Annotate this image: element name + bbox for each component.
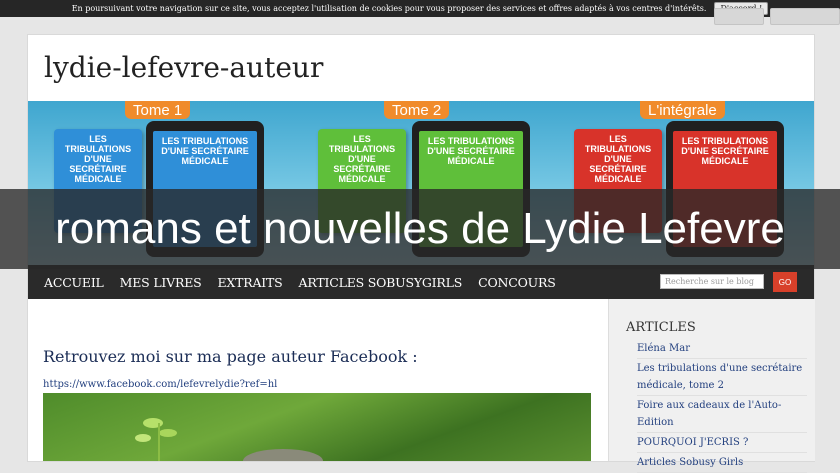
site-title[interactable]: lydie-lefevre-auteur bbox=[44, 51, 323, 84]
cover-title: LES TRIBULATIONS D'UNE SECRÉTAIRE MÉDICA… bbox=[681, 136, 769, 166]
sidebar-article-item[interactable]: Articles Sobusy Girls bbox=[637, 453, 807, 473]
sidebar-article-list: Eléna Mar Les tribulations d'une secréta… bbox=[637, 339, 807, 473]
nav-item-extraits[interactable]: EXTRAITS bbox=[209, 275, 290, 290]
content-photo bbox=[43, 393, 591, 461]
search-input[interactable]: Recherche sur le blog bbox=[660, 274, 764, 289]
nav-item-accueil[interactable]: ACCUEIL bbox=[36, 275, 112, 290]
overlay-banner-text: romans et nouvelles de Lydie Lefevre bbox=[0, 189, 840, 269]
nav-item-concours[interactable]: CONCOURS bbox=[470, 275, 563, 290]
sidebar-article-item[interactable]: Eléna Mar bbox=[637, 339, 807, 359]
nav-item-articles-sobusygirls[interactable]: ARTICLES SOBUSYGIRLS bbox=[291, 275, 471, 290]
nav-item-mes-livres[interactable]: MES LIVRES bbox=[112, 275, 210, 290]
sidebar-article-item[interactable]: Les tribulations d'une secrétaire médica… bbox=[637, 359, 807, 396]
top-button-1[interactable] bbox=[714, 8, 764, 25]
integrale-label: L'intégrale bbox=[640, 101, 725, 119]
cover-title: LES TRIBULATIONS D'UNE SECRÉTAIRE MÉDICA… bbox=[427, 136, 515, 166]
main-nav: ACCUEIL MES LIVRES EXTRAITS ARTICLES SOB… bbox=[28, 265, 814, 299]
plant-illustration bbox=[135, 418, 323, 461]
sidebar-article-item[interactable]: POURQUOI J'ECRIS ? bbox=[637, 433, 807, 453]
main-content: Retrouvez moi sur ma page auteur Faceboo… bbox=[28, 299, 608, 461]
content-heading: Retrouvez moi sur ma page auteur Faceboo… bbox=[43, 347, 418, 366]
cover-title: LES TRIBULATIONS D'UNE SECRÉTAIRE MÉDICA… bbox=[584, 134, 652, 184]
cover-title: LES TRIBULATIONS D'UNE SECRÉTAIRE MÉDICA… bbox=[328, 134, 396, 184]
cookie-bar-text: En poursuivant votre navigation sur ce s… bbox=[71, 4, 707, 13]
top-button-2[interactable] bbox=[770, 8, 840, 25]
cover-title: LES TRIBULATIONS D'UNE SECRÉTAIRE MÉDICA… bbox=[64, 134, 132, 184]
tome1-label: Tome 1 bbox=[125, 101, 191, 119]
search-go-button[interactable]: GO bbox=[773, 272, 797, 292]
sidebar-article-item[interactable]: Foire aux cadeaux de l'Auto-Edition bbox=[637, 396, 807, 433]
sidebar: ARTICLES Eléna Mar Les tribulations d'un… bbox=[608, 299, 815, 473]
cover-title: LES TRIBULATIONS D'UNE SECRÉTAIRE MÉDICA… bbox=[161, 136, 249, 166]
facebook-link[interactable]: https://www.facebook.com/lefevrelydie?re… bbox=[43, 379, 277, 390]
sidebar-title: ARTICLES bbox=[626, 320, 696, 335]
tome2-label: Tome 2 bbox=[384, 101, 450, 119]
